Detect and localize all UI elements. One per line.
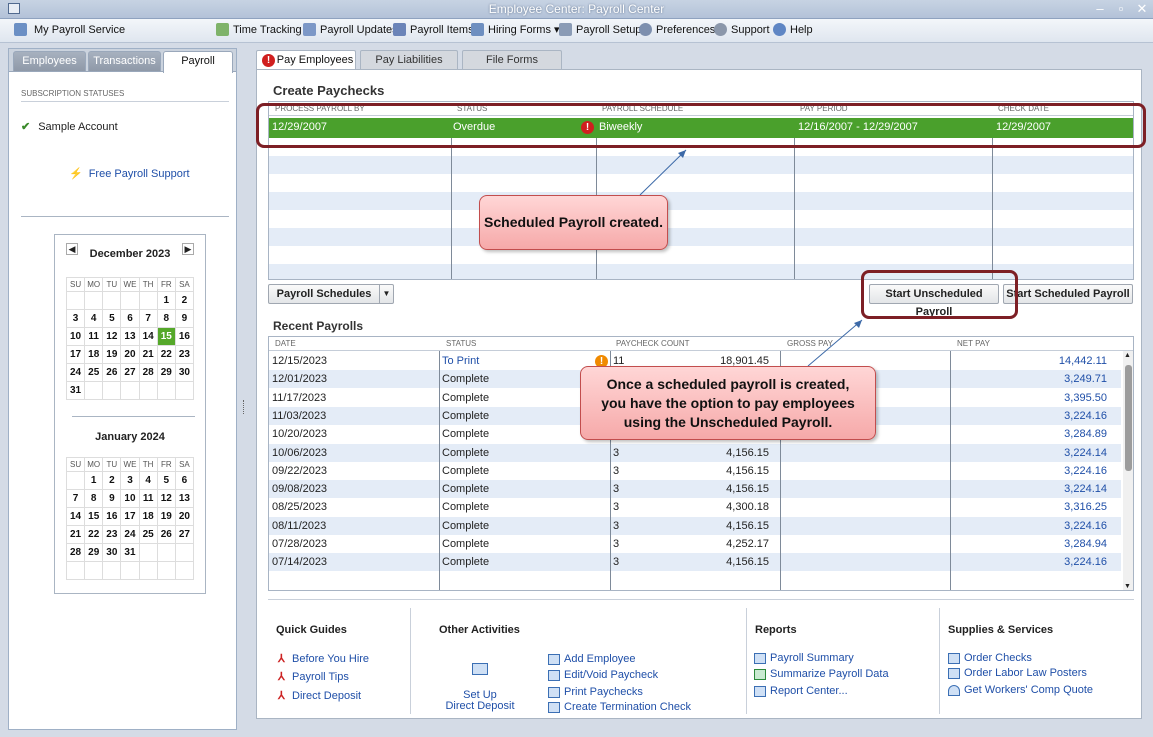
callout-arrow [807,319,863,367]
excel-icon [754,668,766,680]
umbrella-icon [948,684,960,696]
edit-paycheck-icon [548,669,560,681]
order-checks-link[interactable]: Order Checks [948,652,1032,664]
payroll-summary-link[interactable]: Payroll Summary [754,652,854,664]
divider [410,608,411,714]
edit-void-paycheck-link[interactable]: Edit/Void Paycheck [548,669,658,681]
payroll-tips-link[interactable]: ⅄ Payroll Tips [278,671,349,683]
add-employee-icon [548,653,560,665]
divider [268,599,1134,600]
pdf-icon: ⅄ [278,690,285,702]
printer-icon [548,686,560,698]
supplies-services-title: Supplies & Services [948,624,1054,636]
bank-icon [472,663,488,675]
report-center-icon [754,685,766,697]
arrow-head [854,320,862,328]
divider [939,608,940,714]
callout-unscheduled-payroll: Once a scheduled payroll is created, you… [580,366,876,440]
checks-icon [948,652,960,664]
before-you-hire-link[interactable]: ⅄ Before You Hire [278,653,369,665]
reports-title: Reports [755,624,797,636]
setup-direct-deposit-link[interactable]: Set Up Direct Deposit [440,652,520,712]
report-center-link[interactable]: Report Center... [754,685,848,697]
pdf-icon: ⅄ [278,653,285,665]
add-employee-link[interactable]: Add Employee [548,653,636,665]
callout-scheduled-payroll: Scheduled Payroll created. [479,195,668,250]
print-paychecks-link[interactable]: Print Paychecks [548,686,643,698]
get-workers-comp-quote-link[interactable]: Get Workers' Comp Quote [948,684,1093,696]
summarize-payroll-data-link[interactable]: Summarize Payroll Data [754,668,889,680]
create-termination-check-link[interactable]: Create Termination Check [548,701,691,713]
termination-check-icon [548,701,560,713]
report-icon [754,652,766,664]
other-activities-title: Other Activities [439,624,520,636]
direct-deposit-link[interactable]: ⅄ Direct Deposit [278,690,361,702]
pdf-icon: ⅄ [278,671,285,683]
poster-icon [948,667,960,679]
quick-guides-title: Quick Guides [276,624,347,636]
divider [746,608,747,714]
order-labor-law-posters-link[interactable]: Order Labor Law Posters [948,667,1087,679]
callout-arrow [639,149,687,196]
